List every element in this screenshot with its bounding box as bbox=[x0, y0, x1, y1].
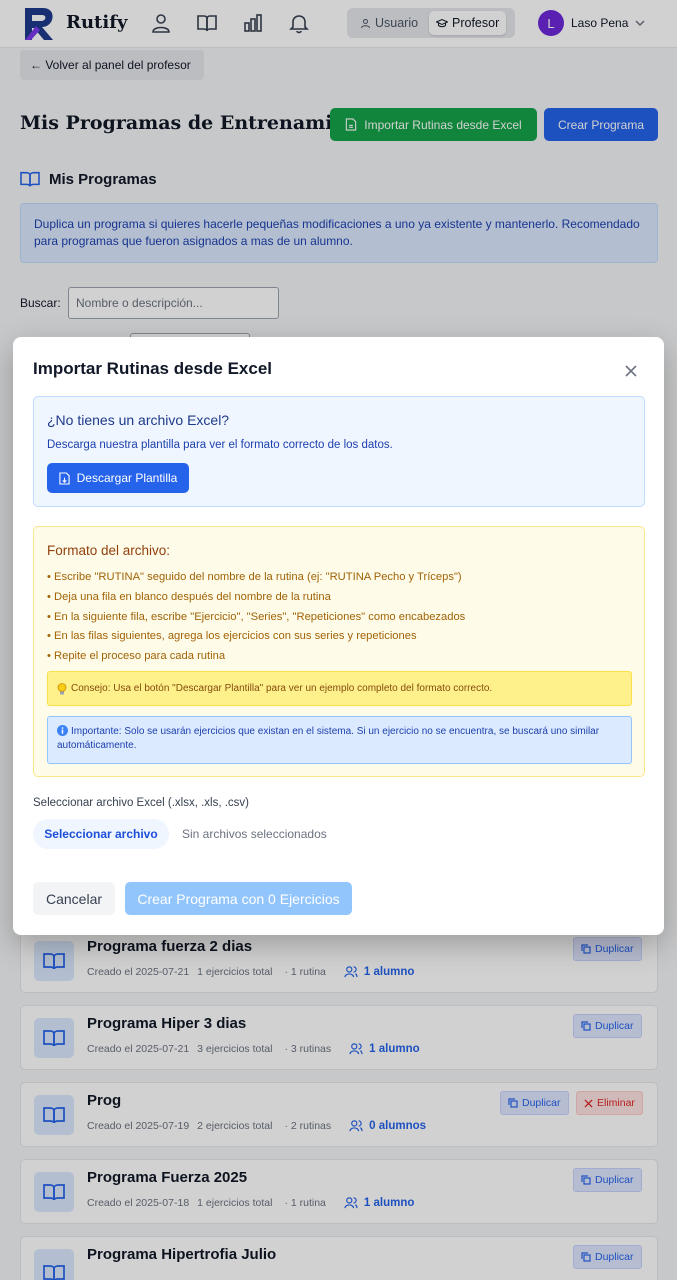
select-file-button[interactable]: Seleccionar archivo bbox=[33, 819, 169, 849]
file-download-icon bbox=[59, 471, 70, 485]
important-alert: Importante: Solo se usarán ejercicios qu… bbox=[47, 716, 632, 764]
format-steps-list: Escribe "RUTINA" seguido del nombre de l… bbox=[47, 568, 465, 667]
file-status: Sin archivos seleccionados bbox=[182, 827, 327, 841]
download-template-box: ¿No tienes un archivo Excel? Descarga nu… bbox=[33, 396, 645, 507]
format-step: En las filas siguientes, agrega los ejer… bbox=[47, 627, 465, 647]
modal-title: Importar Rutinas desde Excel bbox=[33, 359, 273, 378]
format-step: En la siguiente fila, escribe "Ejercicio… bbox=[47, 608, 465, 628]
create-program-submit-button[interactable]: Crear Programa con 0 Ejercicios bbox=[125, 882, 352, 915]
tip-alert: Consejo: Usa el botón "Descargar Plantil… bbox=[47, 671, 632, 706]
download-title: ¿No tienes un archivo Excel? bbox=[47, 412, 230, 428]
info-icon bbox=[57, 725, 68, 736]
file-format-box: Formato del archivo: Escribe "RUTINA" se… bbox=[33, 526, 645, 777]
format-step: Deja una fila en blanco después del nomb… bbox=[47, 588, 465, 608]
cancel-button[interactable]: Cancelar bbox=[33, 882, 115, 915]
download-template-label: Descargar Plantilla bbox=[76, 471, 178, 485]
tip-text: Consejo: Usa el botón "Descargar Plantil… bbox=[71, 683, 493, 694]
close-icon[interactable] bbox=[623, 363, 639, 379]
import-excel-modal: Importar Rutinas desde Excel ¿No tienes … bbox=[13, 337, 664, 935]
lightbulb-icon bbox=[57, 682, 67, 694]
important-text: Importante: Solo se usarán ejercicios qu… bbox=[57, 726, 600, 751]
file-input-label: Seleccionar archivo Excel (.xlsx, .xls, … bbox=[33, 797, 250, 809]
format-step: Repite el proceso para cada rutina bbox=[47, 647, 465, 667]
download-template-button[interactable]: Descargar Plantilla bbox=[47, 463, 189, 493]
format-title: Formato del archivo: bbox=[47, 543, 171, 558]
download-description: Descarga nuestra plantilla para ver el f… bbox=[47, 439, 393, 451]
format-step: Escribe "RUTINA" seguido del nombre de l… bbox=[47, 568, 465, 588]
